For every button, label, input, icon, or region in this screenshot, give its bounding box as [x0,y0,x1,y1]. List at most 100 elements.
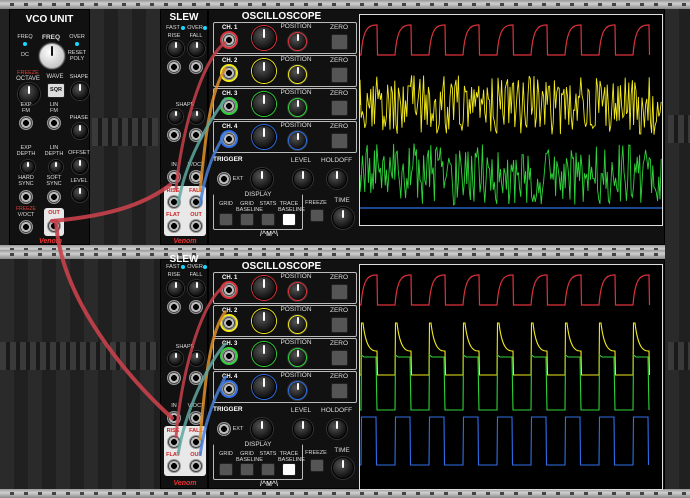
scope-zero-button[interactable] [331,67,348,83]
slew-rise-out-jack[interactable] [167,435,181,449]
slew-in-jack[interactable] [167,170,181,184]
scope-position-knob[interactable] [288,315,307,334]
slew-rise-shape-knob[interactable] [168,109,183,124]
scope-trigger-source-knob[interactable] [251,168,273,190]
scope-level-knob[interactable] [293,419,313,439]
vco-shape-knob[interactable] [71,82,89,100]
scope-zero-button[interactable] [331,383,348,399]
slew-rise-cv-jack[interactable] [167,60,181,74]
scope-display-group: DISPLAY GRID GRID BASELINE STATS TRACE BASEL… [213,191,305,230]
scope-channel-scale-knob[interactable] [252,59,276,83]
scope-waveforms [360,24,662,209]
scope-channel-input-jack[interactable] [222,316,236,330]
scope-channel-input-jack[interactable] [222,283,236,297]
vco-lin-depth-knob[interactable] [49,160,63,174]
scope-zero-button[interactable] [331,317,348,333]
slew-fall-out-jack[interactable] [189,435,203,449]
scope-stats-button[interactable] [261,213,275,226]
scope-zero-button[interactable] [331,350,348,366]
scope-freeze-button[interactable] [310,209,324,222]
scope-trigger-jack[interactable] [217,172,231,186]
vco-voct-jack[interactable] [19,220,33,234]
vco-hard-sync-label: HARD SYNC [18,175,34,187]
slew-voct-jack[interactable] [189,411,203,425]
slew-out-jack[interactable] [189,219,203,233]
slew-rise-out-jack[interactable] [167,195,181,209]
vco-soft-sync-jack[interactable] [47,190,61,204]
slew-rise-out-label: RISE [166,428,180,434]
vco-offset-knob[interactable] [72,158,88,174]
slew-rise-shape-jack[interactable] [167,128,181,142]
scope-channel-input-jack[interactable] [222,382,236,396]
scope-zero-button[interactable] [331,100,348,116]
slew-fall-cv-jack[interactable] [189,60,203,74]
scope-position-knob[interactable] [288,131,307,150]
scope-zero-button[interactable] [331,133,348,149]
scope-position-knob[interactable] [288,282,307,301]
slew-fall-knob[interactable] [188,280,205,297]
vco-wave-button[interactable]: SQR [47,83,65,98]
vco-freq-knob[interactable] [39,43,65,69]
slew-fall-cv-jack[interactable] [189,300,203,314]
scope-freeze-button[interactable] [310,459,324,472]
slew-fall-shape-knob[interactable] [189,109,204,124]
slew-rise-knob[interactable] [167,40,184,57]
scope-trigger-source-knob[interactable] [251,418,273,440]
scope-grid-baseline-button[interactable] [240,213,254,226]
scope-channel-scale-knob[interactable] [252,125,276,149]
scope-channel-scale-knob[interactable] [252,375,276,399]
vco-phase-knob[interactable] [72,123,88,139]
slew-rise-shape-knob[interactable] [168,351,183,366]
slew-rise-knob[interactable] [167,280,184,297]
scope-position-knob[interactable] [288,65,307,84]
vco-level-knob[interactable] [72,186,88,202]
vco-level-label: LEVEL [70,178,88,184]
vco-exp-depth-knob[interactable] [21,160,35,174]
scope-grid-baseline-button[interactable] [240,463,254,476]
scope-channel-input-jack[interactable] [222,132,236,146]
vco-out-jack[interactable] [47,219,61,233]
scope-channel-input-jack[interactable] [222,99,236,113]
scope-position-knob[interactable] [288,348,307,367]
scope-trigger-jack[interactable] [217,422,231,436]
slew-fall-knob[interactable] [188,40,205,57]
scope-channel-scale-knob[interactable] [252,309,276,333]
slew-fall-shape-knob[interactable] [189,351,204,366]
slew-in-jack[interactable] [167,411,181,425]
scope-channel-scale-knob[interactable] [252,92,276,116]
scope-channel-scale-knob[interactable] [252,26,276,50]
scope-zero-button[interactable] [331,34,348,50]
vco-exp-fm-jack[interactable] [19,116,33,130]
slew-fall-shape-jack[interactable] [189,128,203,142]
vco-hard-sync-jack[interactable] [19,190,33,204]
slew-fast-label: FAST [166,25,180,31]
scope-level-knob[interactable] [293,169,313,189]
scope-stats-button[interactable] [261,463,275,476]
scope-channel-input-jack[interactable] [222,66,236,80]
slew-out-jack[interactable] [189,459,203,473]
scope-position-knob[interactable] [288,32,307,51]
scope-position-knob[interactable] [288,381,307,400]
slew-fall-out-jack[interactable] [189,195,203,209]
scope-channel-scale-knob[interactable] [252,342,276,366]
scope-trace-baseline-button[interactable] [282,463,296,476]
slew-flat-out-jack[interactable] [167,459,181,473]
scope-trace-baseline-button[interactable] [282,213,296,226]
slew-flat-out-jack[interactable] [167,219,181,233]
slew-voct-jack[interactable] [189,170,203,184]
scope-channel-scale-knob[interactable] [252,276,276,300]
scope-holdoff-knob[interactable] [327,419,347,439]
scope-time-knob[interactable] [332,457,354,479]
scope-holdoff-knob[interactable] [327,169,347,189]
scope-position-knob[interactable] [288,98,307,117]
scope-grid-button[interactable] [219,213,233,226]
scope-zero-button[interactable] [331,284,348,300]
scope-time-knob[interactable] [332,207,354,229]
slew-rise-shape-jack[interactable] [167,371,181,385]
vco-lin-fm-jack[interactable] [47,116,61,130]
scope-grid-button[interactable] [219,463,233,476]
slew-fall-shape-jack[interactable] [189,371,203,385]
scope-channel-input-jack[interactable] [222,33,236,47]
scope-channel-input-jack[interactable] [222,349,236,363]
slew-rise-cv-jack[interactable] [167,300,181,314]
